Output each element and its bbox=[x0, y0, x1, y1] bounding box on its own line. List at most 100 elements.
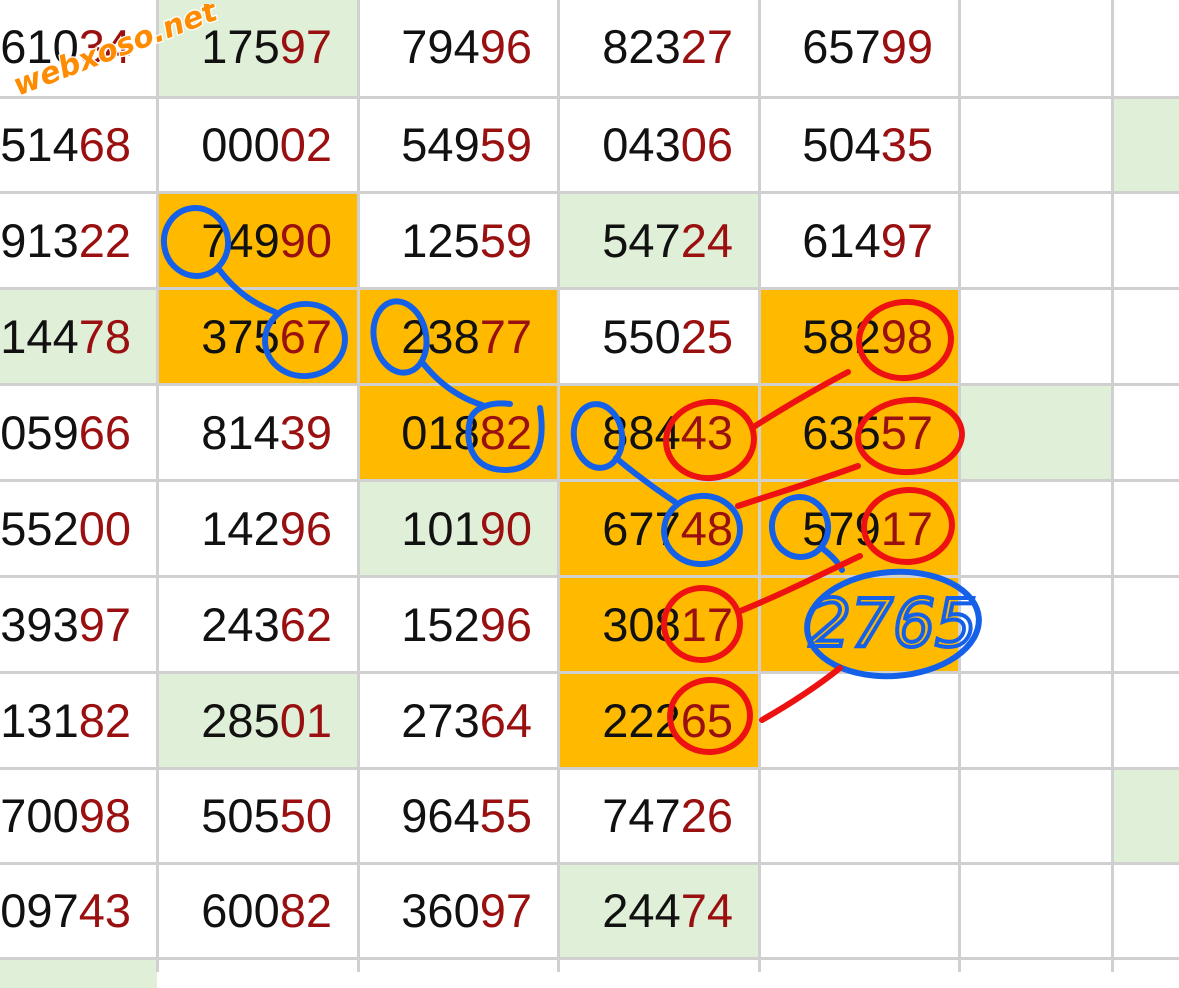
cell-digits-tail: 66 bbox=[78, 405, 131, 459]
cell-digits-tail: 96 bbox=[479, 19, 532, 73]
cell-col-4-row-5: 884 43 bbox=[558, 384, 759, 480]
cell-col-2-row-6: 142 96 bbox=[157, 480, 358, 576]
cell-digits-head: 285 bbox=[201, 693, 280, 747]
cell-digits-head: 913 bbox=[0, 213, 79, 267]
cell-digits-tail: 24 bbox=[680, 213, 733, 267]
cell-digits-tail: 74 bbox=[680, 884, 733, 937]
cell-col-6-row-partial bbox=[959, 958, 1112, 988]
cell-digits-head: 142 bbox=[201, 501, 280, 555]
cell-col-2-row-5: 814 39 bbox=[157, 384, 358, 480]
cell-col-4-row-1: 823 27 bbox=[558, 0, 759, 97]
cell-digits-head: 794 bbox=[401, 19, 480, 73]
cell-digits-head: 749 bbox=[201, 213, 280, 267]
cell-digits-tail: 90 bbox=[479, 501, 532, 555]
cell-digits-tail: 96 bbox=[479, 597, 532, 651]
cell-col-1-row-5: 059 66 bbox=[0, 384, 157, 480]
cell-col-7-row-10 bbox=[1112, 863, 1179, 958]
cell-digits-tail: 02 bbox=[279, 118, 332, 171]
cell-digits-tail: 97 bbox=[279, 19, 332, 73]
cell-digits-head: 514 bbox=[0, 118, 79, 171]
grid-line-horizontal bbox=[0, 287, 1179, 290]
cell-digits-tail: 17 bbox=[680, 597, 733, 651]
cell-digits-tail: 17 bbox=[880, 501, 933, 555]
cell-col-2-row-9: 505 50 bbox=[157, 768, 358, 863]
cell-col-4-row-4: 550 25 bbox=[558, 288, 759, 384]
grid-line-horizontal bbox=[0, 383, 1179, 386]
cell-digits-tail: 64 bbox=[479, 693, 532, 747]
cell-digits-head: 600 bbox=[201, 884, 280, 937]
cell-col-6-row-3 bbox=[959, 192, 1112, 288]
cell-col-7-row-7 bbox=[1112, 576, 1179, 672]
cell-digits-tail: 98 bbox=[78, 789, 131, 842]
cell-col-4-row-2: 043 06 bbox=[558, 97, 759, 192]
cell-digits-tail: 78 bbox=[78, 309, 131, 363]
cell-digits-head: 550 bbox=[602, 309, 681, 363]
cell-digits-head: 547 bbox=[602, 213, 681, 267]
cell-col-7-row-9 bbox=[1112, 768, 1179, 863]
cell-col-5-row-3: 614 97 bbox=[759, 192, 959, 288]
cell-digits-tail: 82 bbox=[479, 405, 532, 459]
cell-col-5-row-partial bbox=[759, 958, 959, 988]
cell-digits-head: 238 bbox=[401, 309, 480, 363]
cell-col-2-row-4: 375 67 bbox=[157, 288, 358, 384]
cell-col-7-row-3 bbox=[1112, 192, 1179, 288]
cell-col-1-row-1: 610 34 bbox=[0, 0, 157, 97]
cell-col-2-row-3: 749 90 bbox=[157, 192, 358, 288]
grid-line-horizontal bbox=[0, 191, 1179, 194]
cell-digits-head: 175 bbox=[201, 19, 280, 73]
cell-col-3-row-10: 360 97 bbox=[358, 863, 558, 958]
cell-digits-head: 549 bbox=[401, 118, 480, 171]
cell-col-1-row-2: 514 68 bbox=[0, 97, 157, 192]
results-grid: 610 34 514 68 913 22 144 78 059 66 552 00 393 97 131 82… bbox=[0, 0, 1179, 988]
cell-col-1-row-8: 131 82 bbox=[0, 672, 157, 768]
cell-col-4-row-6: 677 48 bbox=[558, 480, 759, 576]
cell-digits-head: 222 bbox=[602, 693, 681, 747]
cell-col-5-row-4: 582 98 bbox=[759, 288, 959, 384]
cell-col-3-row-3: 125 59 bbox=[358, 192, 558, 288]
cell-digits-head: 814 bbox=[201, 405, 280, 459]
cell-digits-tail: 97 bbox=[78, 597, 131, 651]
cell-col-3-row-1: 794 96 bbox=[358, 0, 558, 97]
cell-digits-tail: 59 bbox=[479, 118, 532, 171]
cell-col-4-row-partial bbox=[558, 958, 759, 988]
cell-digits-tail: 65 bbox=[680, 693, 733, 747]
cell-digits-head: 043 bbox=[602, 118, 681, 171]
cell-col-1-row-9: 700 98 bbox=[0, 768, 157, 863]
cell-digits-tail: 39 bbox=[279, 405, 332, 459]
cell-col-2-row-1: 175 97 bbox=[157, 0, 358, 97]
cell-col-6-row-5 bbox=[959, 384, 1112, 480]
cell-col-5-row-5: 635 57 bbox=[759, 384, 959, 480]
cell-digits-tail: 01 bbox=[279, 693, 332, 747]
cell-digits-tail: 50 bbox=[279, 789, 332, 842]
cell-col-5-row-6: 579 17 bbox=[759, 480, 959, 576]
cell-digits-tail: 67 bbox=[279, 309, 332, 363]
cell-digits-tail: 43 bbox=[78, 884, 131, 937]
cell-col-7-row-5 bbox=[1112, 384, 1179, 480]
cell-digits-head: 308 bbox=[602, 597, 681, 651]
cell-digits-head: 059 bbox=[0, 405, 79, 459]
cell-col-3-row-4: 238 77 bbox=[358, 288, 558, 384]
cell-col-6-row-6 bbox=[959, 480, 1112, 576]
cell-digits-tail: 98 bbox=[880, 309, 933, 363]
cell-digits-tail: 57 bbox=[880, 405, 933, 459]
cell-col-7-row-4 bbox=[1112, 288, 1179, 384]
cell-col-1-row-3: 913 22 bbox=[0, 192, 157, 288]
cell-col-6-row-9 bbox=[959, 768, 1112, 863]
cell-digits-head: 018 bbox=[401, 405, 480, 459]
cell-digits-tail: 59 bbox=[479, 213, 532, 267]
cell-col-1-row-partial bbox=[0, 958, 157, 988]
cell-digits-head: 657 bbox=[802, 19, 881, 73]
cell-digits-head: 360 bbox=[401, 884, 480, 937]
cell-col-1-row-4: 144 78 bbox=[0, 288, 157, 384]
cell-col-4-row-8: 222 65 bbox=[558, 672, 759, 768]
cell-digits-tail: 25 bbox=[680, 309, 733, 363]
grid-line-vertical bbox=[758, 0, 761, 972]
grid-line-horizontal bbox=[0, 957, 1179, 960]
grid-line-vertical bbox=[357, 0, 360, 972]
cell-digits-tail: 48 bbox=[680, 501, 733, 555]
grid-line-horizontal bbox=[0, 862, 1179, 865]
cell-digits-head: 125 bbox=[401, 213, 480, 267]
cell-col-5-row-1: 657 99 bbox=[759, 0, 959, 97]
cell-digits-head: 000 bbox=[201, 118, 280, 171]
cell-digits-head: 747 bbox=[602, 789, 681, 842]
